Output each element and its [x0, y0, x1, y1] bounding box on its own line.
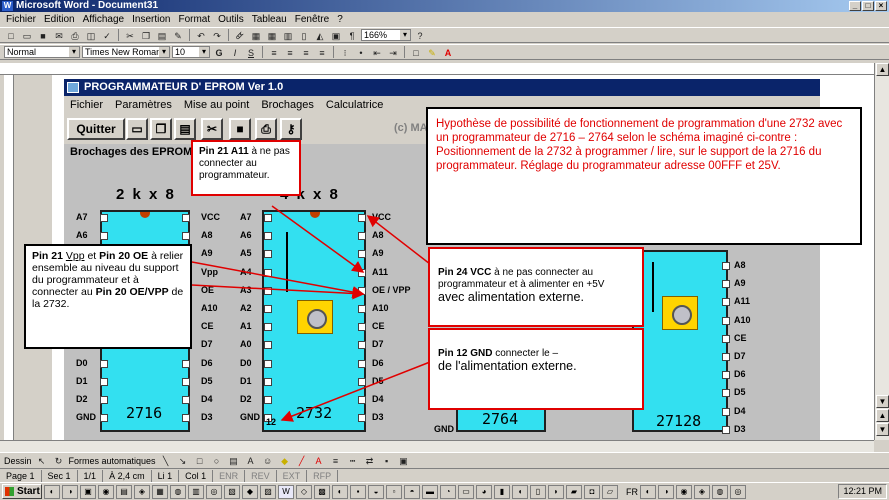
- oval-icon[interactable]: ○: [210, 454, 224, 467]
- arrow-style-icon[interactable]: ⇄: [363, 454, 377, 467]
- callout-pin21-vpp: Pin 21 Vpp et Pin 20 OE à relier ensembl…: [24, 244, 192, 349]
- status-page: Page 1: [0, 469, 42, 482]
- horizontal-scrollbar[interactable]: [0, 440, 874, 452]
- taskbar-app-25-icon[interactable]: ◕: [476, 484, 492, 499]
- taskbar-app-28-icon[interactable]: ▯: [530, 484, 546, 499]
- dash-style-icon[interactable]: ┅: [346, 454, 360, 467]
- status-col: Col 1: [179, 469, 214, 482]
- callout-hypothesis: Hypothèse de possibilité de fonctionneme…: [426, 107, 862, 245]
- status-section: Sec 1: [42, 469, 78, 482]
- taskbar-app-23-icon[interactable]: ◔: [440, 484, 456, 499]
- status-bar: Page 1 Sec 1 1/1 À 2,4 cm Li 1 Col 1 ENR…: [0, 468, 889, 482]
- wordart-icon[interactable]: A: [244, 454, 258, 467]
- taskbar-app-32-icon[interactable]: ▱: [602, 484, 618, 499]
- scroll-up-icon[interactable]: ▲: [876, 63, 889, 76]
- prev-page-icon[interactable]: ▲: [876, 409, 889, 422]
- tray-5-icon[interactable]: ◍: [712, 484, 728, 499]
- taskbar-app-11-icon[interactable]: ▧: [224, 484, 240, 499]
- arrow-icon[interactable]: ↘: [176, 454, 190, 467]
- tray-3-icon[interactable]: ◉: [676, 484, 692, 499]
- taskbar-app-29-icon[interactable]: ◗: [548, 484, 564, 499]
- taskbar-app-3-icon[interactable]: ▣: [80, 484, 96, 499]
- status-line: Li 1: [152, 469, 180, 482]
- tray-1-icon[interactable]: ◐: [640, 484, 656, 499]
- callout-pin21-a11: Pin 21 A11 à ne pas connecter au program…: [191, 140, 301, 196]
- tray-6-icon[interactable]: ◎: [730, 484, 746, 499]
- clock: 12:21 PM: [838, 484, 887, 499]
- taskbar-app-17-icon[interactable]: ◐: [332, 484, 348, 499]
- taskbar-app-30-icon[interactable]: ▰: [566, 484, 582, 499]
- taskbar-app-27-icon[interactable]: ◖: [512, 484, 528, 499]
- taskbar-word-icon[interactable]: W: [278, 484, 294, 499]
- taskbar-app-12-icon[interactable]: ◆: [242, 484, 258, 499]
- taskbar-app-2-icon[interactable]: ◑: [62, 484, 78, 499]
- taskbar-app-6-icon[interactable]: ◈: [134, 484, 150, 499]
- start-button[interactable]: Start: [2, 484, 42, 499]
- next-page-icon[interactable]: ▼: [876, 423, 889, 436]
- line-icon[interactable]: ╲: [159, 454, 173, 467]
- taskbar-app-24-icon[interactable]: ▭: [458, 484, 474, 499]
- clipart-icon[interactable]: ☺: [261, 454, 275, 467]
- callout-pin24-vcc: Pin 24 VCC à ne pas connecter au program…: [428, 247, 644, 327]
- select-pointer-icon[interactable]: ↖: [35, 454, 49, 467]
- fill-color-icon[interactable]: ◆: [278, 454, 292, 467]
- status-ext[interactable]: EXT: [277, 469, 308, 482]
- line-style-icon[interactable]: ≡: [329, 454, 343, 467]
- status-enr[interactable]: ENR: [213, 469, 246, 482]
- scroll-down-icon[interactable]: ▼: [876, 395, 889, 408]
- taskbar-app-16-icon[interactable]: ▩: [314, 484, 330, 499]
- taskbar-app-20-icon[interactable]: ▫: [386, 484, 402, 499]
- tray-2-icon[interactable]: ◑: [658, 484, 674, 499]
- status-pages: 1/1: [78, 469, 104, 482]
- taskbar-app-9-icon[interactable]: ▥: [188, 484, 204, 499]
- taskbar-app-26-icon[interactable]: ▮: [494, 484, 510, 499]
- taskbar-app-5-icon[interactable]: ▤: [116, 484, 132, 499]
- taskbar-app-18-icon[interactable]: ▪: [350, 484, 366, 499]
- autoshapes-menu[interactable]: Formes automatiques: [69, 456, 156, 466]
- shadow-icon[interactable]: ▪: [380, 454, 394, 467]
- taskbar-app-10-icon[interactable]: ◎: [206, 484, 222, 499]
- 3d-icon[interactable]: ▣: [397, 454, 411, 467]
- taskbar-app-22-icon[interactable]: ▬: [422, 484, 438, 499]
- taskbar-app-15-icon[interactable]: ◇: [296, 484, 312, 499]
- status-rev[interactable]: REV: [245, 469, 277, 482]
- taskbar-app-31-icon[interactable]: ◘: [584, 484, 600, 499]
- vertical-scrollbar[interactable]: ▲ ▼ ▲ ▼: [874, 63, 889, 440]
- taskbar-app-8-icon[interactable]: ◍: [170, 484, 186, 499]
- dessin-menu[interactable]: Dessin: [4, 456, 32, 466]
- taskbar-app-21-icon[interactable]: ◓: [404, 484, 420, 499]
- drawing-toolbar: Dessin ↖ ↻ Formes automatiques ╲ ↘ □ ○ ▤…: [0, 452, 889, 468]
- language-indicator[interactable]: FR: [626, 487, 638, 497]
- line-color-icon[interactable]: ╱: [295, 454, 309, 467]
- taskbar-app-7-icon[interactable]: ▦: [152, 484, 168, 499]
- text-color-icon[interactable]: A: [312, 454, 326, 467]
- status-position: À 2,4 cm: [103, 469, 152, 482]
- taskbar-app-4-icon[interactable]: ◉: [98, 484, 114, 499]
- taskbar-app-13-icon[interactable]: ▨: [260, 484, 276, 499]
- taskbar: Start ◐ ◑ ▣ ◉ ▤ ◈ ▦ ◍ ▥ ◎ ▧ ◆ ▨ W ◇ ▩ ◐ …: [0, 482, 889, 500]
- tray-4-icon[interactable]: ◈: [694, 484, 710, 499]
- rotate-icon[interactable]: ↻: [52, 454, 66, 467]
- callout-pin12-gnd: Pin 12 GND connecter le – de l'alimentat…: [428, 328, 644, 410]
- status-rfp[interactable]: RFP: [307, 469, 339, 482]
- taskbar-app-1-icon[interactable]: ◐: [44, 484, 60, 499]
- taskbar-app-19-icon[interactable]: ◒: [368, 484, 384, 499]
- textbox-icon[interactable]: ▤: [227, 454, 241, 467]
- rectangle-icon[interactable]: □: [193, 454, 207, 467]
